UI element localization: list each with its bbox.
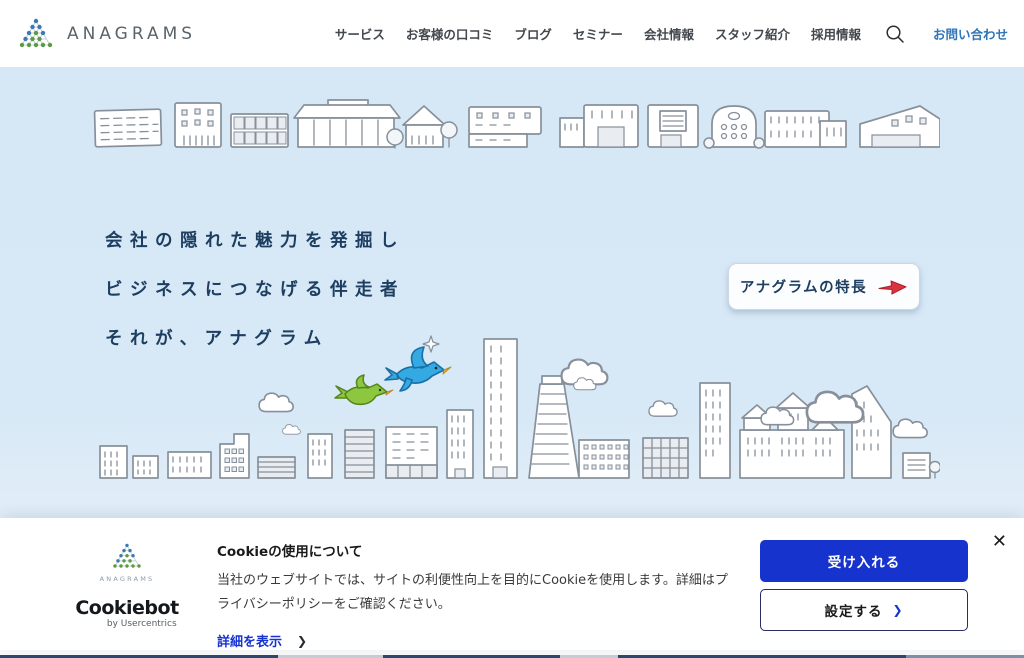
- page-bottom-edge: [0, 650, 1024, 658]
- cookie-accept-button[interactable]: 受け入れる: [760, 540, 968, 582]
- search-icon: [885, 24, 905, 44]
- cookiebot-byline: by Usercentrics: [75, 620, 178, 629]
- blue-bird-illustration: [385, 347, 451, 391]
- anagrams-triangle-logo-icon: [109, 542, 145, 572]
- cookie-banner-content: Cookieの使用について 当社のウェブサイトでは、サイトの利便性向上を目的にC…: [197, 540, 760, 650]
- cookie-settings-label: 設定する: [824, 600, 882, 620]
- nav-item-recruit[interactable]: 採用情報: [811, 24, 861, 43]
- main-nav: サービス お客様の口コミ ブログ セミナー 会社情報 スタッフ紹介 採用情報 お…: [335, 23, 1008, 45]
- chevron-right-icon: ❯: [892, 603, 903, 617]
- top-buildings-illustration: [92, 94, 940, 152]
- brand-logo[interactable]: ANAGRAMS: [15, 16, 196, 52]
- cookie-close-button[interactable]: ✕: [992, 533, 1007, 551]
- red-arrow-icon: [878, 278, 908, 296]
- nav-item-services[interactable]: サービス: [335, 24, 385, 43]
- anagrams-mini-wordmark: ANAGRAMS: [100, 575, 155, 583]
- cookie-details-label: 詳細を表示: [217, 631, 282, 650]
- nav-item-company[interactable]: 会社情報: [644, 24, 694, 43]
- cookiebot-wordmark: Cookiebot: [75, 599, 178, 618]
- features-cta-label: アナグラムの特長: [740, 276, 867, 297]
- tagline-line-1: 会社の隠れた魅力を発掘し: [105, 227, 405, 252]
- nav-item-staff[interactable]: スタッフ紹介: [715, 24, 790, 43]
- city-skyline-illustration: [92, 332, 940, 480]
- header: ANAGRAMS サービス お客様の口コミ ブログ セミナー 会社情報 スタッフ…: [0, 0, 1024, 67]
- sparkle-icon: [423, 336, 439, 352]
- anagrams-triangle-logo-icon: [15, 16, 57, 52]
- cookiebot-logo: Cookiebot by Usercentrics: [75, 599, 178, 629]
- anagrams-mini-logo: ANAGRAMS: [100, 542, 155, 583]
- nav-item-seminar[interactable]: セミナー: [573, 24, 623, 43]
- contact-link[interactable]: お問い合わせ: [933, 24, 1008, 43]
- nav-item-reviews[interactable]: お客様の口コミ: [406, 24, 494, 43]
- cookie-banner-body: 当社のウェブサイトでは、サイトの利便性向上を目的にCookieを使用します。詳細…: [217, 569, 734, 617]
- chevron-right-icon: ❯: [297, 634, 307, 648]
- cookie-consent-banner: ANAGRAMS Cookiebot by Usercentrics Cooki…: [0, 518, 1024, 650]
- search-button[interactable]: [884, 23, 906, 45]
- cookie-banner-buttons: 受け入れる 設定する ❯: [760, 540, 968, 650]
- cookie-banner-logos: ANAGRAMS Cookiebot by Usercentrics: [57, 540, 197, 650]
- nav-item-blog[interactable]: ブログ: [514, 24, 552, 43]
- cookie-banner-title: Cookieの使用について: [217, 540, 734, 560]
- features-cta-button[interactable]: アナグラムの特長: [728, 263, 920, 310]
- cookie-details-link[interactable]: 詳細を表示 ❯: [217, 631, 734, 650]
- brand-wordmark: ANAGRAMS: [67, 24, 196, 44]
- green-bird-illustration: [335, 375, 393, 404]
- cookie-settings-button[interactable]: 設定する ❯: [760, 589, 968, 631]
- tagline-line-2: ビジネスにつなげる伴走者: [105, 276, 405, 301]
